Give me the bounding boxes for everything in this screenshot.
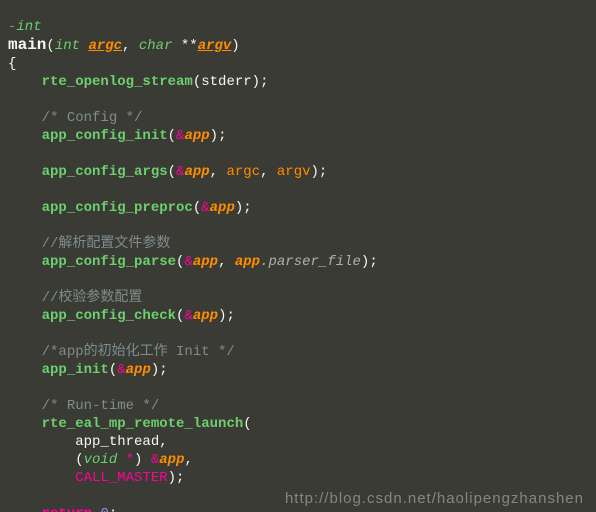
- param-type-char: char: [139, 38, 173, 54]
- comment-config: /* Config */: [42, 110, 143, 126]
- open-paren: (: [46, 38, 54, 54]
- param-type-int: int: [55, 38, 80, 54]
- comment-runtime: /* Run-time */: [42, 398, 160, 414]
- ident-app: app: [184, 128, 209, 144]
- call-config-check: app_config_check: [42, 308, 176, 324]
- param-argc: argc: [88, 38, 122, 54]
- ident-app-thread: app_thread: [75, 434, 159, 450]
- call-app-init: app_init: [42, 362, 109, 378]
- call-config-parse: app_config_parse: [42, 254, 176, 270]
- ident-stderr: stderr: [201, 74, 251, 90]
- cast-void: void: [84, 452, 118, 468]
- ident-call-master: CALL_MASTER: [75, 470, 167, 486]
- call-rte-openlog: rte_openlog_stream: [42, 74, 193, 90]
- keyword-return: return: [42, 506, 92, 512]
- field-parser-file: .parser_file: [260, 254, 361, 270]
- watermark: http://blog.csdn.net/haolipengzhanshen: [285, 490, 584, 508]
- ident-argc: argc: [226, 164, 260, 180]
- stars: **: [181, 38, 198, 54]
- type-int: int: [16, 19, 41, 35]
- comment-init: /*app的初始化工作 Init */: [42, 344, 235, 360]
- call-rte-eal-launch: rte_eal_mp_remote_launch: [42, 416, 244, 432]
- open-brace: {: [8, 56, 16, 72]
- param-argv: argv: [198, 38, 232, 54]
- ident-argv: argv: [277, 164, 311, 180]
- comma: ,: [122, 38, 139, 54]
- call-config-preproc: app_config_preproc: [42, 200, 193, 216]
- code-block: -int main(int argc, char **argv) { rte_o…: [0, 0, 596, 512]
- call-config-init: app_config_init: [42, 128, 168, 144]
- close-paren: ): [231, 38, 239, 54]
- func-main: main: [8, 36, 46, 54]
- call-config-args: app_config_args: [42, 164, 168, 180]
- comment-parse-cn: //解析配置文件参数: [42, 236, 171, 252]
- literal-zero: 0: [100, 506, 108, 512]
- comment-check-cn: //校验参数配置: [42, 290, 143, 306]
